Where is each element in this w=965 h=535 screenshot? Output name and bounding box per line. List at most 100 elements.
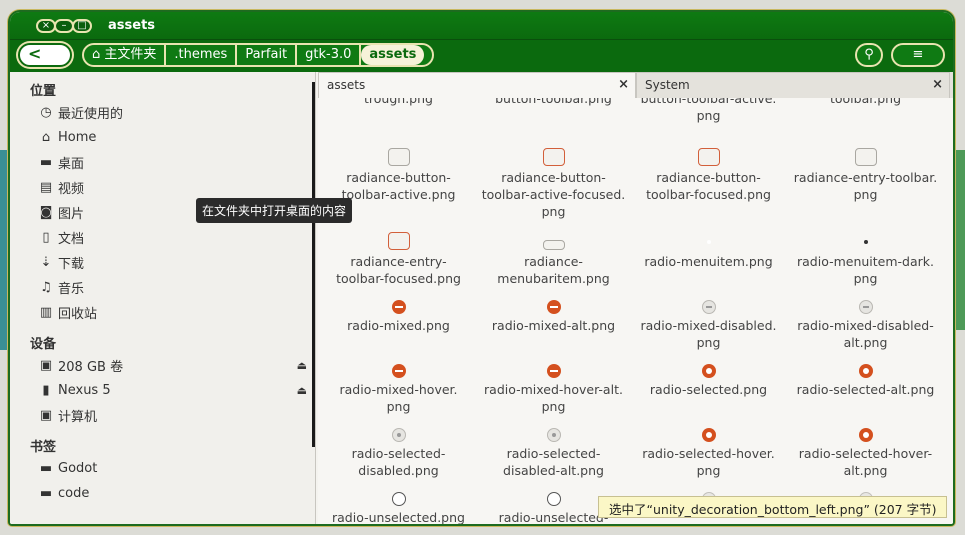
file-thumbnail [701,300,716,314]
file-thumbnail [546,364,561,378]
sidebar-item-label: 图片 [58,207,85,222]
file-thumbnail [858,428,873,442]
sidebar-item-home[interactable]: ⌂ Home [10,125,315,150]
sidebar-item-recent[interactable]: ◷ 最近使用的 [10,100,315,125]
sidebar-item-documents[interactable]: ▯ 文档 [10,225,315,250]
sidebar-item-downloads[interactable]: ⇣ 下载 [10,250,315,275]
back-button[interactable]: < [18,43,72,67]
file-item[interactable]: radio-mixed.png [321,300,476,334]
sidebar-item-label: 最近使用的 [58,107,124,122]
tab-system[interactable]: System × [636,72,950,98]
sidebar-section-devices: 设备 [30,337,57,352]
sidebar-item-trash[interactable]: ▥ 回收站 [10,300,315,325]
sidebar-item-computer[interactable]: ▣ 计算机 [10,403,315,428]
file-thumbnail [863,240,868,244]
content-scrollbar[interactable] [954,382,955,434]
file-name: radio-mixed-hover-alt. png [484,382,623,414]
file-name: radio-unselected.png [332,510,465,525]
search-button[interactable]: ⚲ [855,43,883,67]
file-item[interactable]: radiance-button- toolbar-active-focused.… [476,148,631,220]
file-thumbnail [391,364,406,378]
file-item[interactable]: radio-unselected.png [321,492,476,525]
file-name: radiance-entry- toolbar-focused.png [336,254,461,286]
file-item[interactable]: radio-selected-hover. png [631,428,786,479]
file-item[interactable]: radio-mixed-disabled. png [631,300,786,351]
file-name: radio-selected- disabled-alt.png [503,446,604,478]
file-item[interactable]: radiance-entry- toolbar-focused.png [321,232,476,287]
file-item[interactable]: radiance-button- toolbar-active.png [321,148,476,203]
file-item[interactable]: radio-selected-alt.png [788,364,943,398]
file-name: radio-mixed-disabled. png [640,318,777,350]
breadcrumb-assets[interactable]: assets [361,45,425,65]
file-item[interactable]: radio-menuitem-dark. png [788,240,943,287]
file-thumbnail [546,428,561,442]
file-item[interactable]: radiance-button- toolbar-focused.png [631,148,786,203]
tab-label: assets [327,78,366,92]
breadcrumb-themes[interactable]: .themes [166,45,238,65]
sidebar-item-music[interactable]: ♫ 音乐 [10,275,315,300]
file-thumbnail [697,148,720,166]
file-item[interactable]: radiance- menubaritem.png [476,240,631,287]
file-item[interactable]: button-toolbar-active. png [631,98,786,124]
sidebar-item-volume[interactable]: ▣ 208 GB 卷 ⏏ [10,353,315,378]
file-thumbnail [858,300,873,314]
file-item[interactable]: toolbar.png [788,98,943,107]
breadcrumb-label: 主文件夹 [104,47,157,62]
file-name: radio-selected.png [649,382,768,397]
close-window-button[interactable]: × [36,19,56,33]
home-icon: ⌂ [92,47,101,62]
file-thumbnail [391,428,406,442]
maximize-window-button[interactable]: □ [72,19,92,33]
file-thumbnail [387,232,410,250]
clock-icon: ◷ [40,105,52,120]
close-icon[interactable]: × [618,77,629,92]
eject-icon[interactable]: ⏏ [297,359,307,372]
sidebar-item-label: Home [58,130,97,145]
file-name: radio-menuitem.png [644,254,773,269]
file-name: toolbar.png [829,98,902,106]
eject-icon[interactable]: ⏏ [297,384,307,397]
film-icon: ▤ [39,180,53,195]
breadcrumb: ⌂ 主文件夹 .themes Parfait gtk-3.0 assets [82,43,435,67]
file-item[interactable]: radio-mixed-hover. png [321,364,476,415]
file-item[interactable]: radio-mixed-alt.png [476,300,631,334]
tab-assets[interactable]: assets × [318,72,636,98]
breadcrumb-home[interactable]: ⌂ 主文件夹 [90,45,167,65]
breadcrumb-parfait[interactable]: Parfait [237,45,298,65]
sidebar-section-places: 位置 [30,84,57,99]
file-item[interactable]: radio-selected.png [631,364,786,398]
file-item[interactable]: radio-selected- disabled.png [321,428,476,479]
sidebar-item-videos[interactable]: ▤ 视频 [10,175,315,200]
sidebar-item-label: code [58,486,90,501]
file-thumbnail [701,428,716,442]
minimize-window-button[interactable]: – [54,19,74,33]
sidebar-item-code[interactable]: ▬ code [10,481,315,506]
sidebar-item-label: 音乐 [58,282,85,297]
sidebar-item-godot[interactable]: ▬ Godot [10,456,315,481]
file-thumbnail [706,240,711,244]
file-item[interactable]: button-toolbar.png [476,98,631,107]
file-item[interactable]: radio-mixed-disabled- alt.png [788,300,943,351]
menu-button[interactable]: ≡ [891,43,945,67]
file-item[interactable]: radio-mixed-hover-alt. png [476,364,631,415]
search-icon: ⚲ [864,47,874,62]
phone-icon: ▮ [42,383,50,398]
file-item[interactable]: radio-menuitem.png [631,240,786,270]
file-item[interactable]: radio-selected-hover- alt.png [788,428,943,479]
sidebar-item-desktop[interactable]: ▬ 桌面 [10,150,315,175]
file-name: radio-selected-alt.png [796,382,935,397]
file-item[interactable]: radio-selected- disabled-alt.png [476,428,631,479]
sidebar-scrollbar[interactable] [312,82,315,447]
sidebar-item-label: 208 GB 卷 [58,360,124,375]
close-icon[interactable]: × [932,77,943,92]
sidebar-item-label: 视频 [58,182,85,197]
back-arrow-icon: < [28,44,42,63]
home-icon: ⌂ [41,130,51,145]
sidebar-item-nexus[interactable]: ▮ Nexus 5 ⏏ [10,378,315,403]
file-item[interactable]: trough.png [321,98,476,107]
file-thumbnail [542,148,565,166]
file-item[interactable]: radiance-entry-toolbar. png [788,148,943,203]
file-thumbnail [542,240,565,250]
document-icon: ▯ [42,230,50,245]
breadcrumb-gtk[interactable]: gtk-3.0 [297,45,362,65]
